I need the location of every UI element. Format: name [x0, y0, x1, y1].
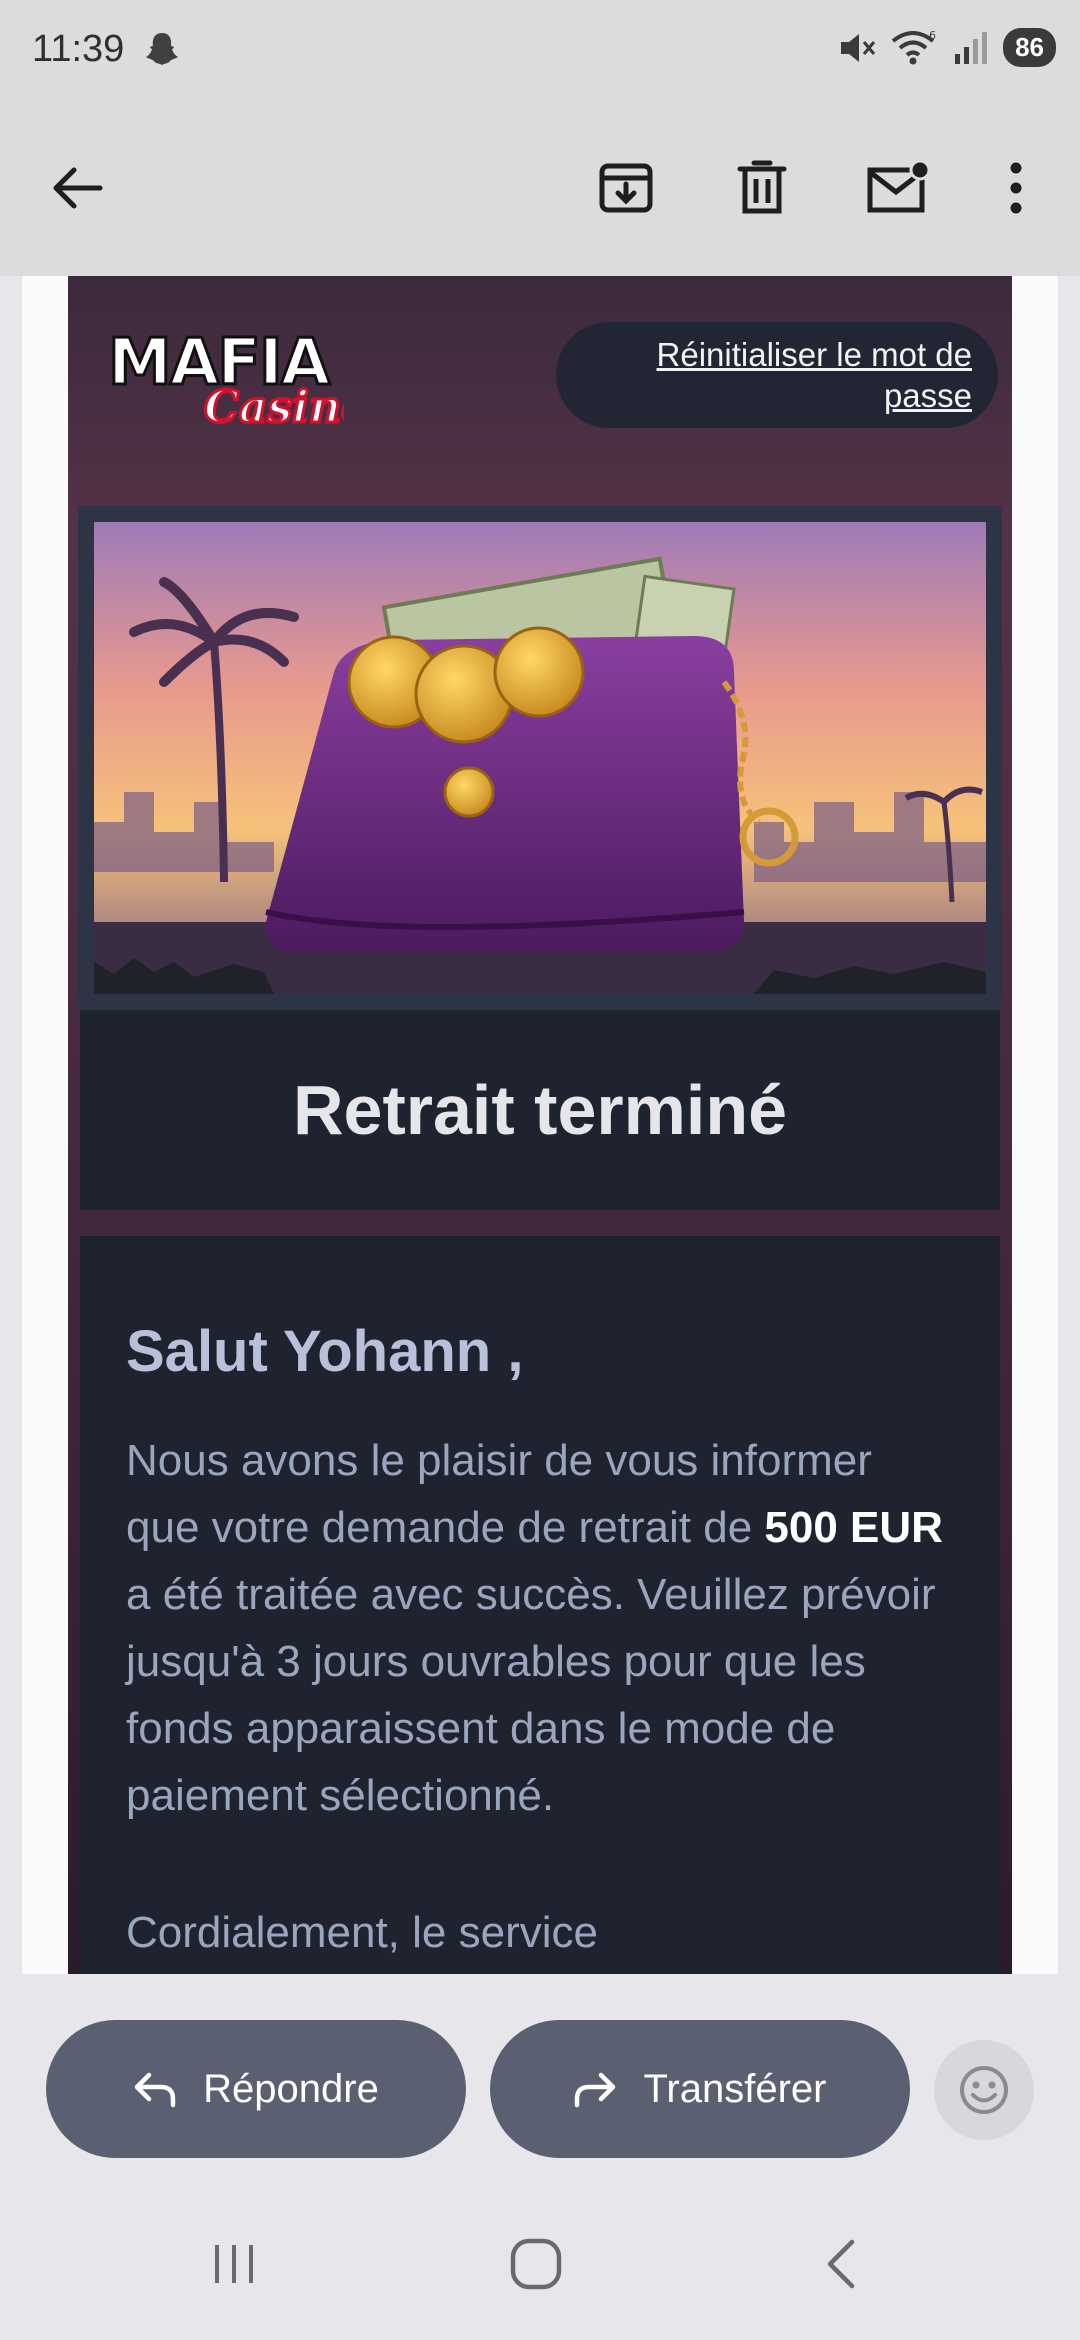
status-icons: 6 86 — [837, 28, 1056, 67]
reply-arrow-icon — [134, 2072, 176, 2108]
battery-icon: 86 — [1003, 28, 1056, 67]
reply-label: Répondre — [203, 2066, 379, 2111]
wallet-illustration — [94, 522, 986, 994]
mark-unread-icon[interactable] — [860, 150, 936, 226]
withdrawal-amount: 500 EUR — [764, 1503, 943, 1552]
title-banner: Retrait terminé — [80, 1010, 1000, 1210]
message-content: Salut Yohann , Nous avons le plaisir de … — [80, 1236, 1000, 1974]
greeting: Salut Yohann , — [126, 1319, 524, 1384]
status-bar: 11:39 6 86 — [0, 0, 1080, 100]
email-body[interactable]: MAFIA Casino Réinitialiser le mot de pas… — [22, 276, 1058, 1974]
forward-button[interactable]: Transférer — [490, 2020, 910, 2158]
wifi-icon: 6 — [891, 29, 936, 64]
reply-actions: Répondre Transférer — [0, 1974, 1080, 2174]
system-nav-bar — [0, 2174, 1080, 2340]
brand-logo: MAFIA Casino — [107, 325, 345, 435]
home-icon[interactable] — [496, 2224, 576, 2304]
paragraph-after: a été traitée avec succès. Veuillez prév… — [126, 1570, 936, 1820]
snapchat-icon — [146, 33, 178, 65]
status-time: 11:39 — [32, 28, 125, 70]
reset-password-pill: Réinitialiser le mot de passe — [556, 322, 998, 428]
paragraph-before: Nous avons le plaisir de vous informer q… — [126, 1436, 872, 1552]
back-arrow-icon[interactable] — [38, 150, 114, 226]
wifi-label: 6 — [929, 29, 936, 42]
email-card: MAFIA Casino Réinitialiser le mot de pas… — [68, 276, 1012, 1974]
hero-image-frame — [78, 506, 1002, 1010]
reset-password-link[interactable]: Réinitialiser le mot de passe — [657, 336, 972, 414]
back-icon[interactable] — [800, 2224, 880, 2304]
recent-apps-icon[interactable] — [194, 2224, 274, 2304]
email-title: Retrait terminé — [292, 1071, 788, 1149]
emoji-reaction-icon[interactable] — [934, 2040, 1034, 2140]
signoff-line: Cordialement, le service — [126, 1908, 598, 1957]
delete-icon[interactable] — [724, 150, 800, 226]
reply-button[interactable]: Répondre — [46, 2020, 466, 2158]
signal-icon — [955, 31, 988, 64]
archive-icon[interactable] — [588, 150, 664, 226]
svg-text:Casino: Casino — [204, 382, 344, 433]
more-options-icon[interactable] — [978, 150, 1054, 226]
mute-icon — [841, 33, 876, 62]
forward-label: Transférer — [643, 2066, 827, 2111]
forward-arrow-icon — [575, 2072, 616, 2108]
message-paragraph: Nous avons le plaisir de vous informer q… — [126, 1427, 954, 1829]
email-toolbar — [0, 100, 1080, 276]
